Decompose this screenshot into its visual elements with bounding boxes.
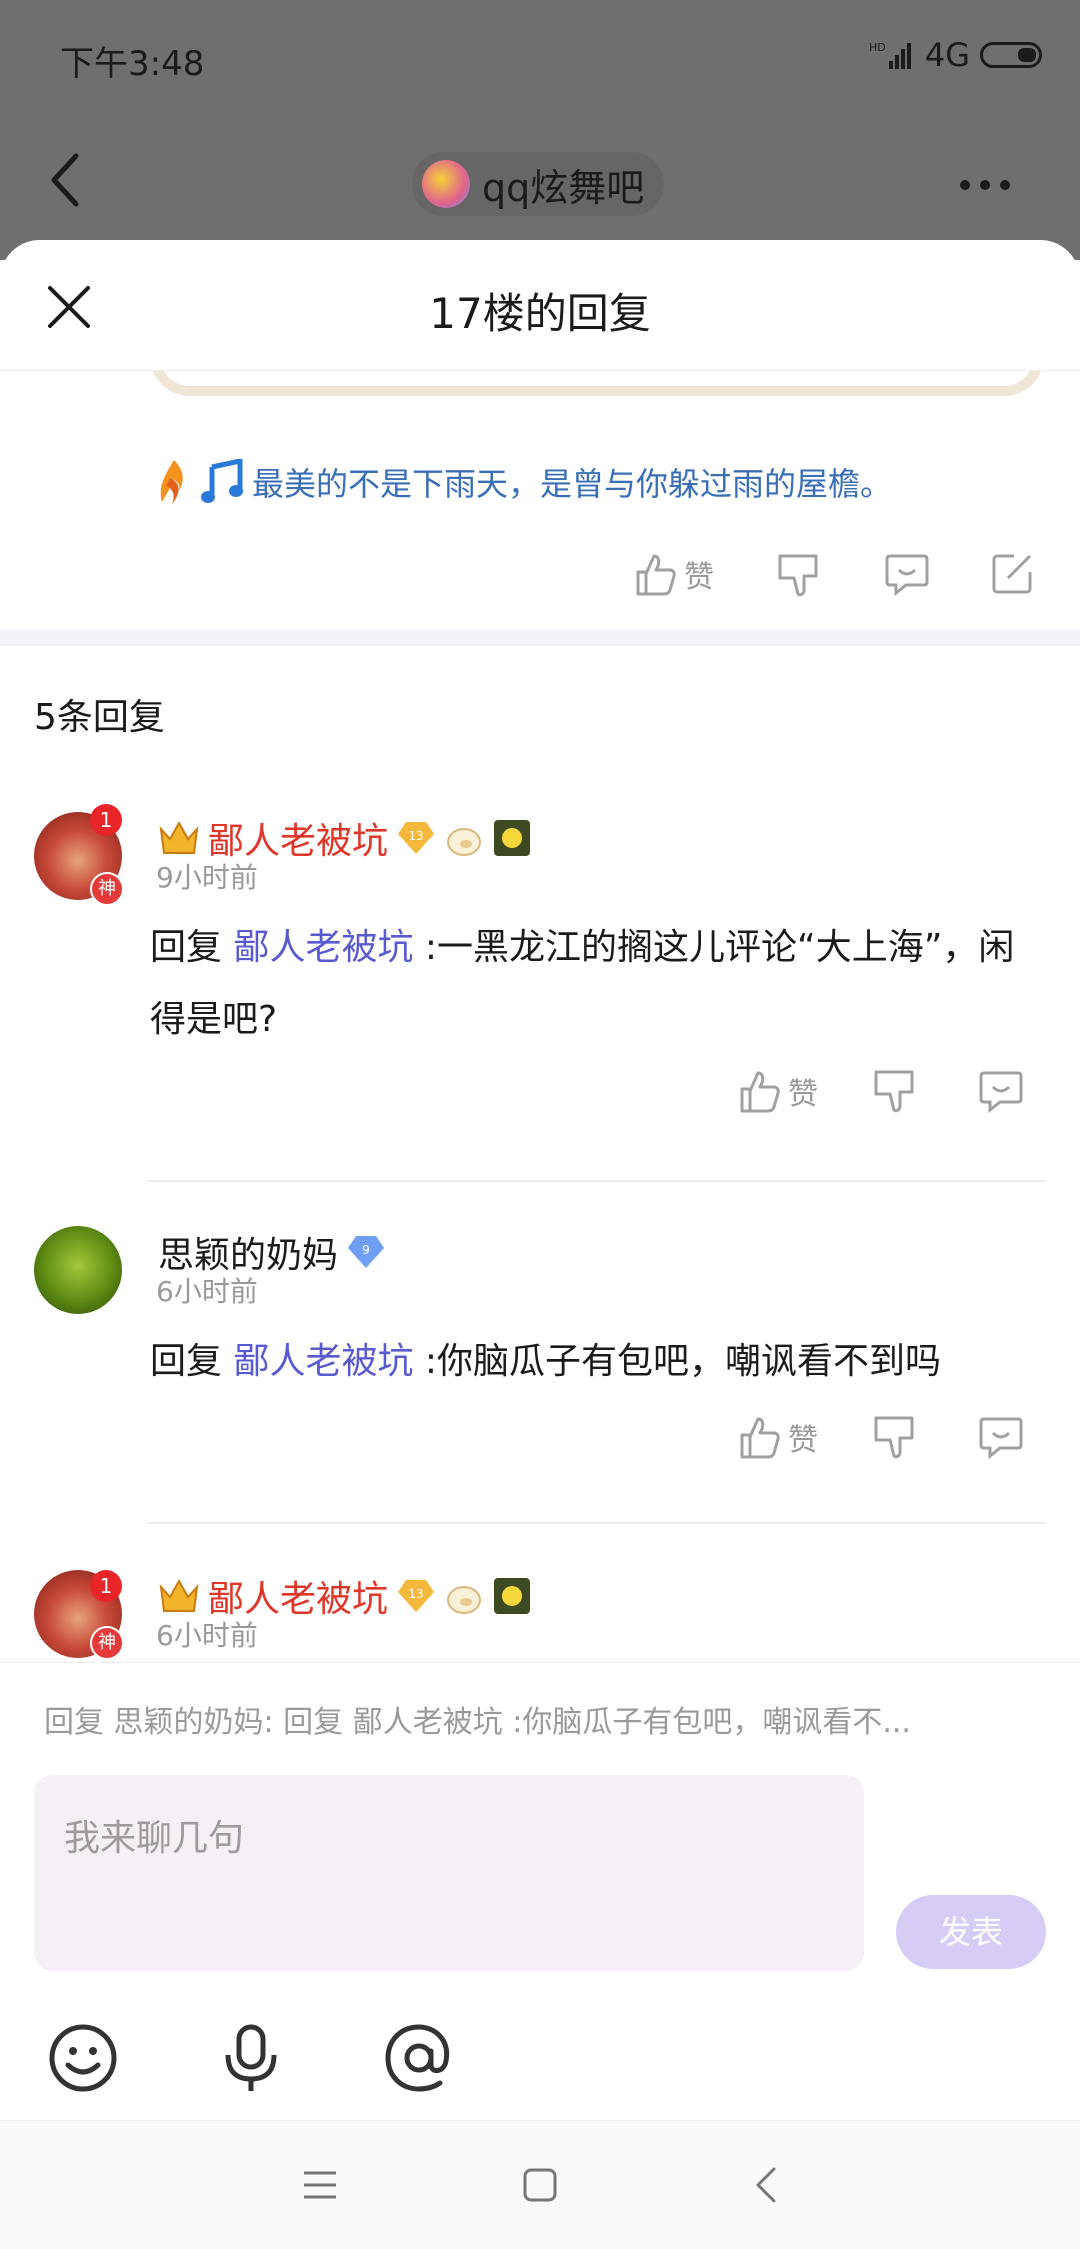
- thumbs-down-icon[interactable]: [872, 1414, 916, 1460]
- share-icon[interactable]: [990, 552, 1034, 596]
- comment-icon[interactable]: [884, 552, 930, 596]
- mention-link[interactable]: 鄙人老被坑: [233, 927, 413, 968]
- pig-badge-icon: [447, 1586, 482, 1614]
- at-mention-icon[interactable]: [382, 2021, 456, 2095]
- reply-text: 回复 鄙人老被坑 :一黑龙江的搁这儿评论“大上海”，闲得是吧?: [150, 912, 1030, 1056]
- post-like-button[interactable]: 赞: [634, 552, 714, 596]
- signature-text: 最美的不是下雨天，是曾与你躲过雨的屋檐。: [252, 465, 893, 503]
- level-number: 9: [362, 1243, 370, 1257]
- home-icon[interactable]: [516, 2161, 564, 2209]
- reply-prefix: 回复: [150, 927, 234, 968]
- forum-logo-icon: [422, 160, 470, 208]
- reply-text: 回复 鄙人老被坑 :你脑瓜子有包吧，嘲讽看不到吗: [150, 1326, 1030, 1398]
- level-badge-icon: 9: [348, 1236, 385, 1268]
- back-icon[interactable]: [46, 150, 86, 210]
- level-badge-icon: 13: [398, 1580, 435, 1612]
- network-type: 4G: [924, 36, 970, 74]
- svg-text:HD: HD: [869, 41, 886, 54]
- reply-count: 5条回复: [34, 697, 165, 738]
- mention-link[interactable]: 鄙人老被坑: [233, 1341, 413, 1382]
- forum-name: qq炫舞吧: [482, 165, 645, 210]
- reply-target-preview: 回复 思颖的奶妈: 回复 鄙人老被坑 :你脑瓜子有包吧，嘲讽看不...: [44, 1705, 911, 1740]
- signal-icon: HD: [869, 41, 911, 69]
- post-like-label: 赞: [684, 560, 714, 595]
- reply-input[interactable]: 我来聊几句: [34, 1775, 864, 1971]
- avatar-notification-badge: 1: [90, 1570, 122, 1602]
- menu-icon[interactable]: [296, 2161, 344, 2209]
- level-badge-icon: 13: [398, 822, 435, 854]
- music-note-icon: [201, 459, 243, 503]
- thumbs-up-icon: [636, 554, 676, 596]
- level-number: 13: [408, 1587, 423, 1601]
- reply-time: 9小时前: [156, 861, 258, 894]
- avatar-tag: 神: [90, 1626, 124, 1660]
- thumbs-down-icon[interactable]: [776, 552, 820, 598]
- emoji-icon[interactable]: [46, 2021, 120, 2095]
- reply-body: :你脑瓜子有包吧，嘲讽看不到吗: [413, 1341, 942, 1382]
- reply-time: 6小时前: [156, 1275, 258, 1308]
- thumbs-up-icon[interactable]: [738, 1415, 780, 1459]
- sun-badge-icon: [494, 820, 531, 856]
- like-label[interactable]: 赞: [788, 1069, 818, 1113]
- sun-badge-icon: [494, 1578, 531, 1614]
- reply-actions: 赞: [738, 1068, 1024, 1114]
- system-nav-bar: [0, 2120, 1080, 2249]
- avatar-tag: 神: [90, 872, 124, 906]
- reply-separator: [148, 1522, 1046, 1524]
- reply-composer: 回复 思颖的奶妈: 回复 鄙人老被坑 :你脑瓜子有包吧，嘲讽看不... 我来聊几…: [0, 1662, 1080, 2123]
- reply-actions: 赞: [738, 1414, 1024, 1460]
- status-time: 下午3:48: [60, 44, 205, 84]
- sheet-title: 17楼的回复: [429, 289, 651, 338]
- comment-icon[interactable]: [978, 1069, 1024, 1113]
- crown-icon: [159, 1578, 199, 1612]
- section-divider: [0, 630, 1080, 646]
- microphone-icon[interactable]: [214, 2021, 288, 2095]
- more-icon[interactable]: [960, 180, 1010, 190]
- reply-item: 1 神 鄙人老被坑 13 6小时前: [0, 1570, 1080, 1662]
- pig-badge-icon: [447, 828, 482, 856]
- avatar-notification-badge: 1: [90, 804, 122, 836]
- send-button[interactable]: 发表: [896, 1895, 1046, 1969]
- like-label[interactable]: 赞: [788, 1415, 818, 1459]
- forum-pill[interactable]: qq炫舞吧: [412, 152, 665, 216]
- back-nav-icon[interactable]: [744, 2161, 792, 2209]
- sheet-header: 17楼的回复: [0, 240, 1080, 371]
- reply-prefix: 回复: [150, 1341, 234, 1382]
- level-number: 13: [408, 829, 423, 843]
- reply-time: 6小时前: [156, 1619, 258, 1652]
- comment-icon[interactable]: [978, 1415, 1024, 1459]
- reply-separator: [148, 1180, 1046, 1182]
- status-icons: HD 4G: [869, 36, 1042, 74]
- thumbs-up-icon[interactable]: [738, 1069, 780, 1113]
- flame-icon: [160, 460, 183, 504]
- thumbs-down-icon[interactable]: [872, 1068, 916, 1114]
- battery-icon: [980, 42, 1042, 68]
- crown-icon: [159, 820, 199, 854]
- avatar[interactable]: [34, 1226, 122, 1314]
- post-signature: 最美的不是下雨天，是曾与你躲过雨的屋檐。: [156, 458, 892, 506]
